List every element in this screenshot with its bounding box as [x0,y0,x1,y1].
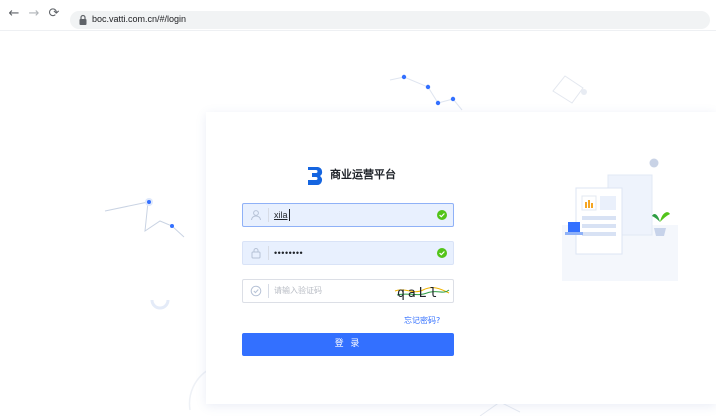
field-divider [268,284,269,298]
user-icon [251,210,261,221]
back-arrow-icon[interactable]: ← [6,6,22,22]
field-divider [268,246,269,260]
username-input[interactable]: xila [274,208,288,222]
captcha-text: qaLl [397,286,440,301]
captcha-field[interactable]: 请输入验证码 qaLl [242,279,454,303]
browser-toolbar: ← → ⟳ boc.vatti.com.cn/#/login [0,0,716,31]
reload-icon[interactable]: ⟳ [46,6,62,22]
text-caret [289,209,290,221]
captcha-input[interactable]: 请输入验证码 [274,284,322,298]
shield-icon [250,285,262,297]
dashboard-illustration [562,158,678,281]
password-input[interactable]: •••••••• [274,246,303,260]
check-circle-icon [437,248,447,258]
field-divider [268,208,269,222]
forgot-password-link[interactable]: 忘记密码? [404,315,440,327]
username-field[interactable]: xila [242,203,454,227]
brand-title: 商业运营平台 [330,168,396,181]
lock-icon [79,14,87,25]
address-url[interactable]: boc.vatti.com.cn/#/login [92,12,186,26]
padlock-icon [251,248,261,259]
login-button[interactable]: 登 录 [242,333,454,356]
brand-logo-icon [308,167,323,185]
check-circle-icon [437,210,447,220]
forward-arrow-icon[interactable]: → [26,6,42,22]
captcha-image[interactable]: qaLl [393,281,451,301]
password-field[interactable]: •••••••• [242,241,454,265]
